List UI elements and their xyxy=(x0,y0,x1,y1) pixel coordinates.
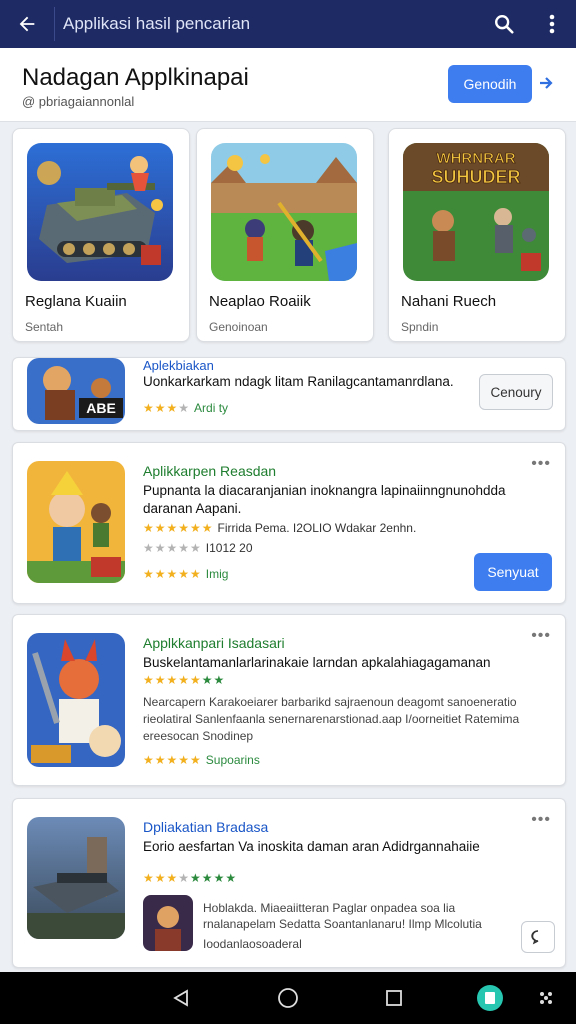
meta-text: Firrida Pema. I2OLIO Wdakar 2enhn. xyxy=(217,521,417,535)
list-item[interactable]: Dpliakatian Bradasa Eorio aesfartan Va i… xyxy=(12,798,566,968)
app-desc: Pupnanta la diacaranjanian inoknangra la… xyxy=(143,483,506,498)
install-button[interactable]: Senyuat xyxy=(474,553,552,591)
rating-text: Imig xyxy=(205,567,229,581)
app-desc: Buskelantamanlarlarinakaie larndan apkal… xyxy=(143,655,491,670)
app-thumbnail: ABE xyxy=(27,358,125,424)
featured-name: Reglana Kuaiin xyxy=(25,293,127,310)
app-thumbnail xyxy=(27,461,125,583)
app-title: Aplekbiakan xyxy=(143,358,214,373)
page-header: Nadagan Applkinapai @ pbriagaiannonlal G… xyxy=(0,48,576,122)
app-desc: Uonkarkarkam ndagk litam Ranilagcantaman… xyxy=(143,374,454,389)
featured-sub: Genoinoan xyxy=(209,320,268,334)
page-title: Nadagan Applkinapai xyxy=(22,64,249,91)
game-art-tank xyxy=(27,143,173,281)
rating-tertiary: ★★★★★ Imig xyxy=(143,567,229,581)
app-detail-2: rnalanapelam Sedatta Soantanlanaru! Ilmp… xyxy=(203,917,482,931)
featured-sub: Spndin xyxy=(401,320,439,334)
featured-card-2[interactable]: Neaplao Roaiik Genoinoan xyxy=(196,128,374,342)
search-button[interactable] xyxy=(480,0,528,48)
arrow-right-icon[interactable] xyxy=(538,72,554,94)
back-button[interactable] xyxy=(0,0,54,48)
rating-text: Supoarins xyxy=(205,753,260,767)
app-thumbnail xyxy=(27,633,125,767)
page-subtitle: @ pbriagaiannonlal xyxy=(22,94,135,109)
app-teal-icon xyxy=(477,985,503,1011)
app-detail-3: ereesocan Snodinep xyxy=(143,729,254,743)
rating-secondary: ★★★★★ Supoarins xyxy=(143,753,260,767)
sub-thumbnail xyxy=(143,895,193,951)
back-triangle-icon xyxy=(173,989,188,1007)
badge-text: ABE xyxy=(86,400,116,416)
nav-recents-button[interactable] xyxy=(368,972,420,1024)
list-item[interactable]: Applkkanpari Isadasari Buskelantamanlarl… xyxy=(12,614,566,786)
chat-button[interactable] xyxy=(521,921,555,953)
app-desc-2: daranan Aapani. xyxy=(143,501,242,516)
nav-home-button[interactable] xyxy=(262,972,314,1024)
app-thumbnail xyxy=(27,817,125,939)
game-art-battle xyxy=(211,143,357,281)
more-horizontal-icon[interactable]: ••• xyxy=(531,627,551,645)
search-input[interactable]: Applikasi hasil pencarian xyxy=(54,7,472,41)
app-detail-2: rieolatiral Sanlenfaanla senernarenarsti… xyxy=(143,712,520,726)
game-banner-bottom: SUHUDER xyxy=(431,167,520,187)
game-art-shooter: WHRNRAR SUHUDER xyxy=(403,143,549,281)
more-horizontal-icon[interactable]: ••• xyxy=(531,811,551,829)
app-title: Applkkanpari Isadasari xyxy=(143,635,285,651)
game-banner-top: WHRNRAR xyxy=(436,150,515,167)
search-icon xyxy=(495,15,514,34)
nav-back-button[interactable] xyxy=(155,972,207,1024)
search-query-text: Applikasi hasil pencarian xyxy=(63,14,251,33)
nav-grid-button[interactable] xyxy=(520,972,572,1024)
rating: ★★★★★★★ xyxy=(143,673,226,687)
list-item[interactable]: ABE Aplekbiakan Uonkarkarkam ndagk litam… xyxy=(12,357,566,431)
overflow-menu-button[interactable] xyxy=(528,0,576,48)
app-detail-1: Nearcapern Karakoeiarer barbarikd sajrae… xyxy=(143,695,517,709)
featured-card-3[interactable]: WHRNRAR SUHUDER Nahani Ruech Spndin xyxy=(388,128,566,342)
recents-square-icon xyxy=(386,990,402,1006)
list-item[interactable]: Aplikkarpen Reasdan Pupnanta la diacaran… xyxy=(12,442,566,604)
arrow-left-icon xyxy=(19,16,35,32)
rating: ★★★★ Ardi ty xyxy=(143,401,229,415)
meta-text-2: I1012 20 xyxy=(205,541,253,555)
chat-bubble-icon xyxy=(531,930,539,945)
install-button[interactable]: Cenoury xyxy=(479,374,553,410)
featured-card-1[interactable]: Reglana Kuaiin Sentah xyxy=(12,128,190,342)
app-detail-1: Hoblakda. Miaeaiitteran Paglar onpadea s… xyxy=(203,901,456,915)
rating-text: Ardi ty xyxy=(194,401,229,415)
app-detail-3: Ioodanlaosoaderal xyxy=(203,937,302,951)
app-title: Dpliakatian Bradasa xyxy=(143,819,269,835)
featured-name: Nahani Ruech xyxy=(401,293,497,310)
app-title: Aplikkarpen Reasdan xyxy=(143,463,277,479)
app-desc: Eorio aesfartan Va inoskita daman aran A… xyxy=(143,839,480,854)
nav-app-button[interactable] xyxy=(464,972,516,1024)
grid-dots-icon xyxy=(540,992,552,1004)
rating: ★★★★★★★★ xyxy=(143,871,238,885)
header-action-button[interactable]: Genodih xyxy=(448,65,532,103)
more-horizontal-icon[interactable]: ••• xyxy=(531,455,551,473)
system-nav-bar xyxy=(0,972,576,1024)
more-vertical-icon xyxy=(549,14,555,34)
home-circle-icon xyxy=(278,988,298,1008)
top-app-bar: Applikasi hasil pencarian xyxy=(0,0,576,48)
featured-sub: Sentah xyxy=(25,320,64,334)
featured-name: Neaplao Roaiik xyxy=(209,293,311,310)
rating-secondary: ★★★★★ I1012 20 xyxy=(143,541,253,555)
rating: ★★★★★★ Firrida Pema. I2OLIO Wdakar 2enhn. xyxy=(143,521,417,535)
